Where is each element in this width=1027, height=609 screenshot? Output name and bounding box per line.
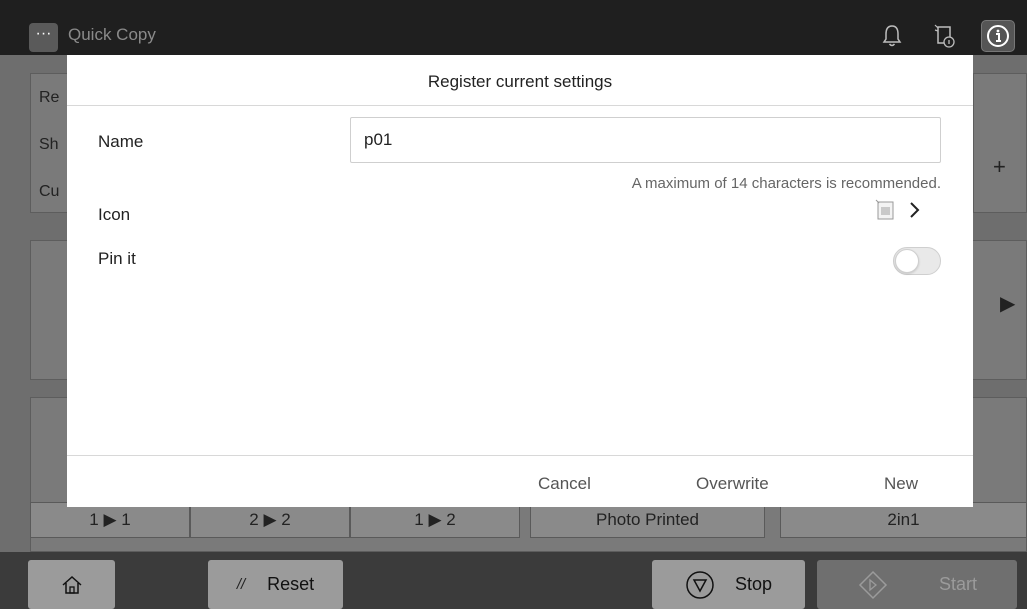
icon-picker[interactable] <box>874 199 922 221</box>
name-hint: A maximum of 14 characters is recommende… <box>631 175 941 192</box>
bottom-bar: // Reset Stop Start <box>0 552 1027 609</box>
chevron-right-icon <box>910 202 920 218</box>
menu-button[interactable]: ··· <box>29 23 58 52</box>
pin-toggle[interactable] <box>893 247 941 275</box>
toggle-knob <box>895 249 919 273</box>
background-list-item: Sh <box>39 136 59 153</box>
stop-button[interactable]: Stop <box>652 560 805 609</box>
pin-label: Pin it <box>98 249 136 268</box>
name-input[interactable] <box>350 117 941 163</box>
start-icon <box>858 570 888 599</box>
info-icon <box>987 25 1009 47</box>
play-icon: ▶ <box>1000 293 1016 315</box>
background-2in1: 2in1 <box>780 502 1027 538</box>
new-button[interactable]: New <box>884 474 918 494</box>
stop-icon <box>686 570 714 599</box>
background-duplex-2-2: 2 ▶ 2 <box>190 502 350 538</box>
register-settings-dialog: Register current settings Name A maximum… <box>67 55 973 507</box>
cancel-button[interactable]: Cancel <box>538 474 591 494</box>
background-list-item: Re <box>39 89 60 106</box>
reset-button[interactable]: // Reset <box>208 560 343 609</box>
start-button[interactable]: Start <box>817 560 1017 609</box>
reset-icon: // <box>236 576 246 593</box>
background-duplex-1-1: 1 ▶ 1 <box>30 502 190 538</box>
stop-label: Stop <box>734 574 773 594</box>
dialog-footer: Cancel Overwrite New <box>67 455 973 507</box>
background-add-card <box>973 73 1027 213</box>
document-icon <box>875 199 894 220</box>
name-label: Name <box>98 132 144 151</box>
info-button[interactable] <box>981 20 1015 52</box>
background-duplex-1-2: 1 ▶ 2 <box>350 502 520 538</box>
background-list-item: Cu <box>39 183 60 200</box>
home-icon <box>62 575 81 594</box>
icon-label: Icon <box>98 205 131 224</box>
start-label: Start <box>938 574 977 594</box>
reset-label: Reset <box>267 574 315 594</box>
add-icon: + <box>993 154 1006 179</box>
bell-icon[interactable] <box>874 18 910 54</box>
dialog-title: Register current settings <box>67 55 973 106</box>
top-bar: ··· Quick Copy <box>0 0 1027 55</box>
device-info-icon[interactable] <box>926 18 962 54</box>
home-button[interactable] <box>28 560 115 609</box>
app-title: Quick Copy <box>68 25 156 44</box>
background-photo-printed: Photo Printed <box>530 502 765 538</box>
overwrite-button[interactable]: Overwrite <box>696 474 769 494</box>
